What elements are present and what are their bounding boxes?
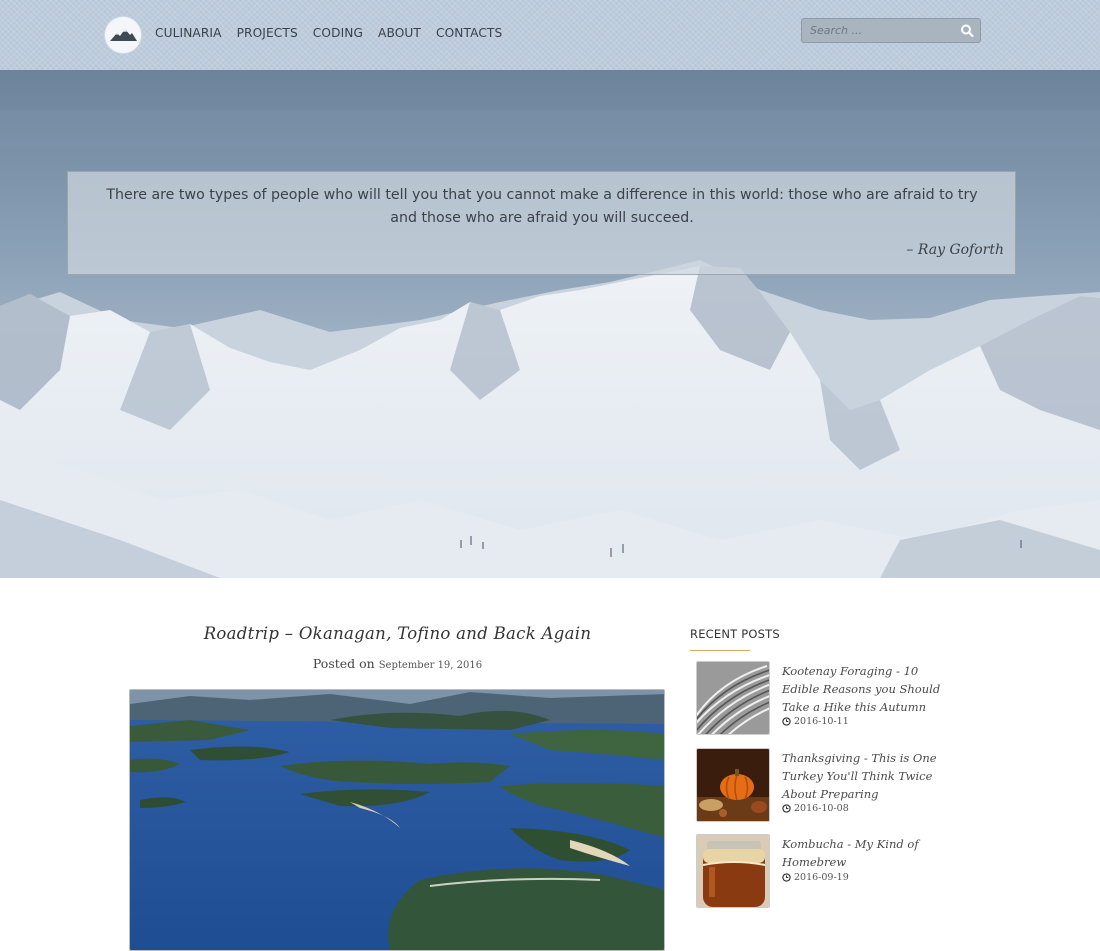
recent-post-date-row: 2016-10-08 [782,803,849,814]
top-navbar: CULINARIA PROJECTS CODING ABOUT CONTACTS [0,0,1100,70]
recent-post-title[interactable]: Kootenay Foraging - 10 Edible Reasons yo… [782,662,942,716]
nav-about[interactable]: ABOUT [378,26,421,40]
clock-icon [782,717,791,726]
recent-post-item: Kootenay Foraging - 10 Edible Reasons yo… [696,661,956,737]
recent-post-thumbnail[interactable] [696,748,770,822]
recent-post-title[interactable]: Thanksgiving - This is One Turkey You'll… [782,749,942,803]
nav-contacts[interactable]: CONTACTS [436,26,502,40]
search-box [801,18,981,43]
kombucha-jar-image [697,835,769,907]
search-button[interactable] [954,19,980,42]
quote-text: There are two types of people who will t… [106,187,978,226]
search-input[interactable] [802,19,950,42]
mountain-logo-icon [105,17,141,53]
recent-post-item: Thanksgiving - This is One Turkey You'll… [696,748,956,824]
quote-box: There are two types of people who will t… [67,171,1016,275]
hero-banner: There are two types of people who will t… [0,70,1100,578]
quote-author: – Ray Goforth [906,242,1004,258]
post-title[interactable]: Roadtrip – Okanagan, Tofino and Back Aga… [130,624,665,643]
recent-post-date-row: 2016-10-11 [782,716,849,727]
site-logo[interactable] [104,16,142,54]
recent-post-thumbnail[interactable] [696,661,770,735]
recent-post-date-row: 2016-09-19 [782,872,849,883]
post-date[interactable]: September 19, 2016 [379,660,482,671]
recent-post-title[interactable]: Kombucha - My Kind of Homebrew [782,835,942,871]
recent-post-date: 2016-10-11 [794,716,849,727]
nav-coding[interactable]: CODING [313,26,363,40]
recent-post-thumbnail[interactable] [696,834,770,908]
heading-underline [690,650,750,651]
search-icon [961,24,974,38]
main-nav: CULINARIA PROJECTS CODING ABOUT CONTACTS [155,26,517,40]
post-meta: Posted on September 19, 2016 [130,656,665,671]
mountain-landscape-image [0,70,1100,578]
mushroom-gills-image [697,662,769,734]
nav-projects[interactable]: PROJECTS [237,26,298,40]
pumpkin-harvest-image [697,749,769,821]
nav-culinaria[interactable]: CULINARIA [155,26,222,40]
post-featured-image[interactable] [129,689,665,951]
recent-post-item: Kombucha - My Kind of Homebrew 2016-09-1… [696,834,956,910]
recent-post-date: 2016-09-19 [794,872,849,883]
clock-icon [782,873,791,882]
recent-post-date: 2016-10-08 [794,803,849,814]
clock-icon [782,804,791,813]
coastline-aerial-image [130,690,664,950]
posted-on-label: Posted on [312,656,375,671]
recent-posts-heading: RECENT POSTS [690,627,780,641]
